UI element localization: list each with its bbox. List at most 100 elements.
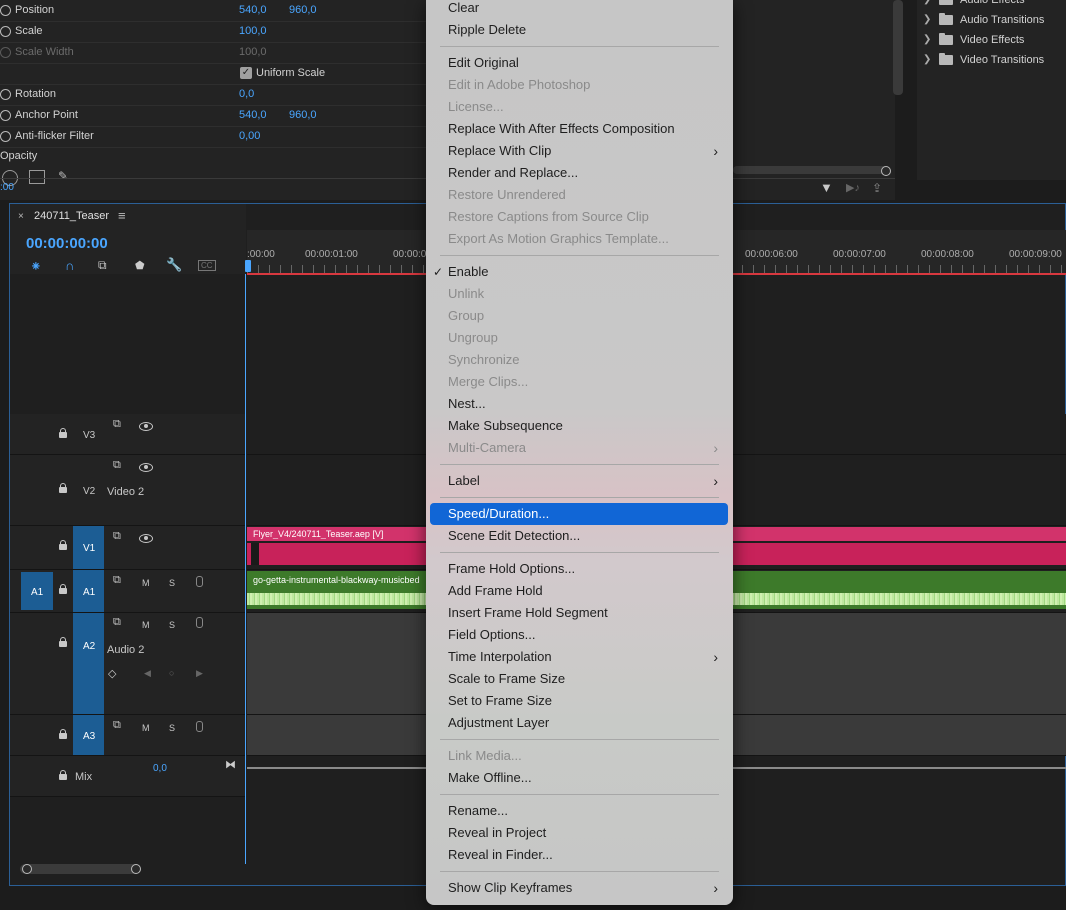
wrench-icon[interactable]: 🔧 bbox=[166, 257, 182, 273]
menu-item-insert-frame-hold-segment[interactable]: Insert Frame Hold Segment bbox=[430, 602, 728, 624]
mute-button[interactable]: M bbox=[142, 578, 150, 588]
stopwatch-icon[interactable] bbox=[0, 110, 11, 121]
ec-value[interactable]: 0,0 bbox=[239, 84, 254, 105]
menu-item-rename[interactable]: Rename... bbox=[430, 800, 728, 822]
chevron-right-icon[interactable]: ❯ bbox=[923, 30, 931, 50]
sync-lock-icon[interactable]: ⧉ bbox=[113, 719, 121, 732]
lock-icon[interactable] bbox=[59, 428, 67, 438]
close-tab-icon[interactable]: × bbox=[18, 211, 24, 222]
track-target-a2[interactable] bbox=[73, 613, 104, 714]
menu-item-render-and-replace[interactable]: Render and Replace... bbox=[430, 162, 728, 184]
ec-value-x[interactable]: 540,0 bbox=[239, 0, 267, 21]
rectangle-mask-icon[interactable] bbox=[29, 170, 45, 184]
eye-icon[interactable] bbox=[139, 422, 153, 431]
solo-button[interactable]: S bbox=[169, 578, 175, 588]
sync-lock-icon[interactable]: ⧉ bbox=[113, 459, 121, 472]
track-label-v2[interactable]: V2 bbox=[83, 486, 95, 497]
stopwatch-icon[interactable] bbox=[0, 26, 11, 37]
lock-icon[interactable] bbox=[59, 483, 67, 493]
chevron-right-icon[interactable]: ❯ bbox=[923, 10, 931, 30]
uniform-scale-checkbox[interactable]: ✓ bbox=[240, 67, 252, 79]
ec-value-y[interactable]: 960,0 bbox=[289, 105, 317, 126]
menu-item-speed-duration[interactable]: Speed/Duration... bbox=[430, 503, 728, 525]
menu-item-frame-hold-options[interactable]: Frame Hold Options... bbox=[430, 558, 728, 580]
sync-lock-icon[interactable]: ⧉ bbox=[113, 530, 121, 543]
ec-timecode[interactable]: :00 bbox=[0, 182, 14, 193]
filter-icon[interactable]: ▼ bbox=[820, 180, 833, 195]
lock-icon[interactable] bbox=[59, 540, 67, 550]
ec-value[interactable]: 0,00 bbox=[239, 126, 260, 147]
menu-item-time-interpolation[interactable]: Time Interpolation › bbox=[430, 646, 728, 668]
zoom-start-knob[interactable] bbox=[22, 864, 32, 874]
menu-item-field-options[interactable]: Field Options... bbox=[430, 624, 728, 646]
lock-icon[interactable] bbox=[59, 637, 67, 647]
track-label-v1[interactable]: V1 bbox=[83, 543, 95, 554]
menu-item-label[interactable]: Label › bbox=[430, 470, 728, 492]
stopwatch-icon[interactable] bbox=[0, 131, 11, 142]
linked-selection-icon[interactable]: ⧉ bbox=[98, 258, 107, 273]
menu-item-replace-with-ae[interactable]: Replace With After Effects Composition bbox=[430, 118, 728, 140]
pen-mask-icon[interactable]: ✎ bbox=[58, 169, 68, 183]
solo-button[interactable]: S bbox=[169, 723, 175, 733]
eye-icon[interactable] bbox=[139, 534, 153, 543]
ec-value-x[interactable]: 540,0 bbox=[239, 105, 267, 126]
ec-value-y[interactable]: 960,0 bbox=[289, 0, 317, 21]
panel-menu-icon[interactable]: ≡ bbox=[118, 208, 126, 223]
menu-item-replace-with-clip[interactable]: Replace With Clip › bbox=[430, 140, 728, 162]
mix-volume-value[interactable]: 0,0 bbox=[153, 763, 167, 774]
menu-item-adjustment-layer[interactable]: Adjustment Layer bbox=[430, 712, 728, 734]
ec-value[interactable]: 100,0 bbox=[239, 21, 267, 42]
menu-item-scene-edit-detection[interactable]: Scene Edit Detection... bbox=[430, 525, 728, 547]
menu-item-nest[interactable]: Nest... bbox=[430, 393, 728, 415]
sync-lock-icon[interactable]: ⧉ bbox=[113, 574, 121, 587]
solo-button[interactable]: S bbox=[169, 620, 175, 630]
timeline-zoom-scrollbar[interactable] bbox=[20, 864, 140, 874]
zoom-knob[interactable] bbox=[881, 166, 891, 176]
add-marker-icon[interactable]: ⬟ bbox=[135, 259, 145, 272]
menu-item-scale-to-frame-size[interactable]: Scale to Frame Size bbox=[430, 668, 728, 690]
track-label-v3[interactable]: V3 bbox=[83, 430, 95, 441]
add-keyframe-icon[interactable]: ○ bbox=[169, 668, 174, 678]
sync-lock-icon[interactable]: ⧉ bbox=[113, 616, 121, 629]
lock-icon[interactable] bbox=[59, 729, 67, 739]
mute-button[interactable]: M bbox=[142, 620, 150, 630]
prev-keyframe-icon[interactable]: ◀ bbox=[144, 668, 151, 679]
effects-folder-audio-effects[interactable]: ❯ Audio Effects bbox=[917, 0, 1066, 10]
chevron-right-icon[interactable]: ❯ bbox=[923, 0, 931, 10]
menu-item-edit-original[interactable]: Edit Original bbox=[430, 52, 728, 74]
export-icon[interactable]: ⇪ bbox=[872, 181, 882, 195]
play-audio-icon[interactable]: ▶♪ bbox=[846, 181, 860, 194]
menu-item-enable[interactable]: ✓ Enable bbox=[430, 261, 728, 283]
track-label-a2[interactable]: A2 bbox=[83, 641, 95, 652]
playhead-handle[interactable] bbox=[245, 260, 251, 272]
chevron-right-icon[interactable]: ❯ bbox=[923, 50, 931, 70]
sync-lock-icon[interactable]: ⧉ bbox=[113, 418, 121, 431]
menu-item-reveal-in-project[interactable]: Reveal in Project bbox=[430, 822, 728, 844]
menu-item-make-offline[interactable]: Make Offline... bbox=[430, 767, 728, 789]
microphone-icon[interactable] bbox=[196, 576, 203, 587]
zoom-end-knob[interactable] bbox=[131, 864, 141, 874]
lock-icon[interactable] bbox=[59, 770, 67, 780]
playhead-timecode[interactable]: 00:00:00:00 bbox=[26, 235, 108, 252]
menu-item-show-clip-keyframes[interactable]: Show Clip Keyframes › bbox=[430, 877, 728, 899]
magnet-icon[interactable]: ∩ bbox=[65, 258, 74, 273]
effects-folder-video-transitions[interactable]: ❯ Video Transitions bbox=[917, 50, 1066, 70]
playhead-line[interactable] bbox=[245, 274, 246, 864]
horizontal-scrollbar[interactable] bbox=[733, 166, 888, 174]
sequence-tab[interactable]: 240711_Teaser bbox=[34, 210, 109, 222]
mute-button[interactable]: M bbox=[142, 723, 150, 733]
menu-item-set-to-frame-size[interactable]: Set to Frame Size bbox=[430, 690, 728, 712]
track-label-a1[interactable]: A1 bbox=[83, 587, 95, 598]
menu-item-make-subsequence[interactable]: Make Subsequence bbox=[430, 415, 728, 437]
captions-icon[interactable]: CC bbox=[198, 260, 216, 271]
menu-item-add-frame-hold[interactable]: Add Frame Hold bbox=[430, 580, 728, 602]
eye-icon[interactable] bbox=[139, 463, 153, 472]
menu-item-reveal-in-finder[interactable]: Reveal in Finder... bbox=[430, 844, 728, 866]
lock-icon[interactable] bbox=[59, 584, 67, 594]
menu-item-clear[interactable]: Clear bbox=[430, 0, 728, 19]
snap-icon[interactable]: ⁕ bbox=[30, 258, 42, 275]
go-to-edit-icon[interactable]: ⧓ bbox=[225, 758, 236, 771]
microphone-icon[interactable] bbox=[196, 617, 203, 628]
effects-folder-video-effects[interactable]: ❯ Video Effects bbox=[917, 30, 1066, 50]
track-label-a3[interactable]: A3 bbox=[83, 731, 95, 742]
